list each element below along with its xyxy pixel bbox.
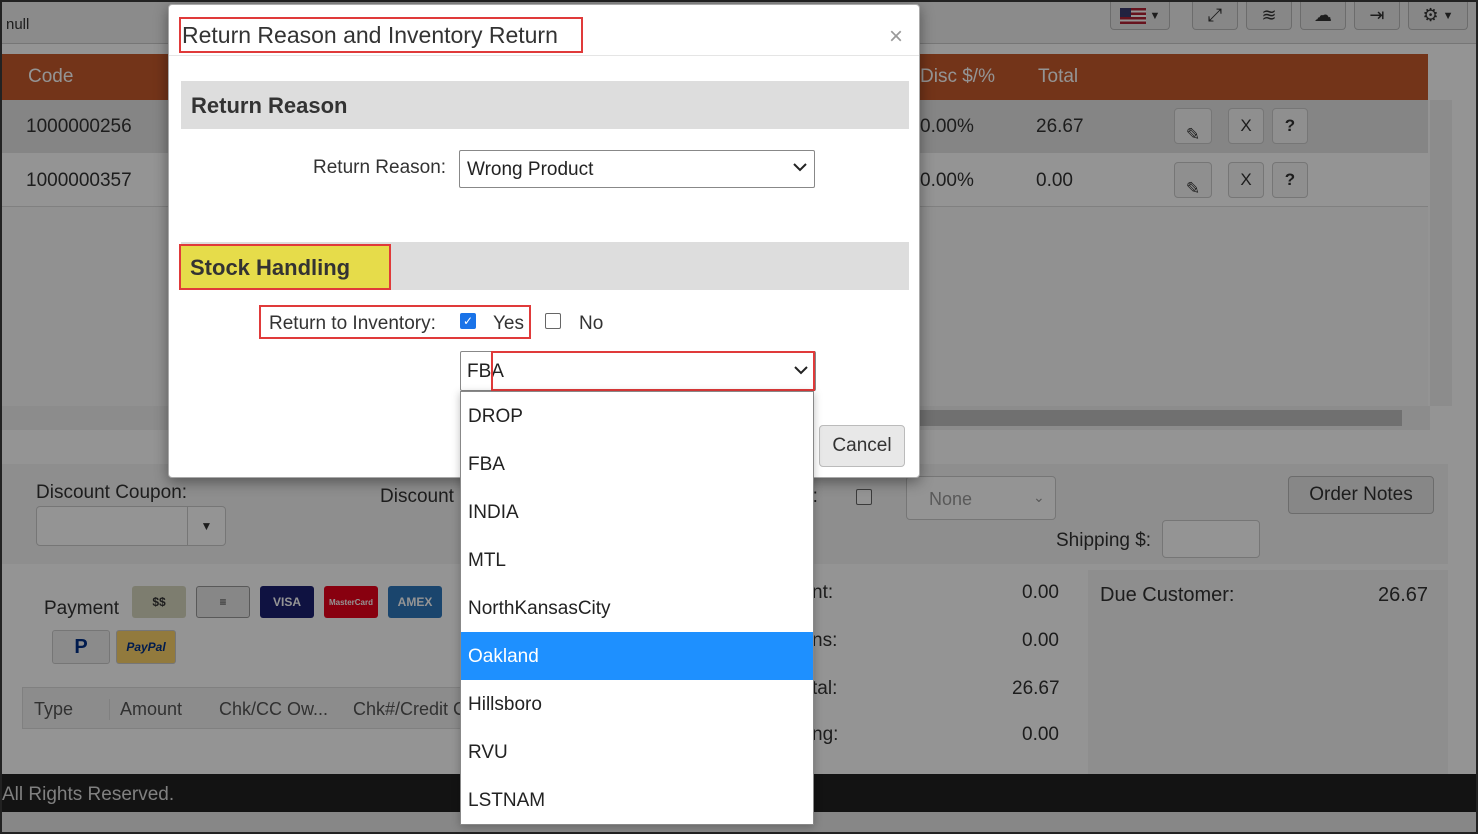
section-title: Return Reason [191, 93, 348, 118]
location-select-highlight [491, 351, 815, 391]
option-drop[interactable]: DROP [461, 392, 813, 440]
option-fba[interactable]: FBA [461, 440, 813, 488]
divider [169, 55, 919, 56]
stock-handling-section: Stock Handling [179, 242, 909, 290]
stock-handling-highlight: Stock Handling [179, 244, 391, 290]
close-icon[interactable]: × [889, 23, 903, 51]
return-reason-select[interactable]: Wrong Product [459, 150, 815, 188]
return-reason-section: Return Reason [181, 81, 909, 129]
option-rvu[interactable]: RVU [461, 728, 813, 776]
inventory-location-select[interactable]: FBA [460, 351, 816, 391]
return-reason-label: Return Reason: [313, 157, 447, 178]
return-to-inventory-highlight: Return to Inventory: ✓ Yes [259, 305, 531, 339]
option-lstnam[interactable]: LSTNAM [461, 776, 813, 824]
option-northkansascity[interactable]: NorthKansasCity [461, 584, 813, 632]
option-oakland[interactable]: Oakland [461, 632, 813, 680]
return-to-inventory-label: Return to Inventory: [269, 313, 436, 334]
no-label: No [579, 313, 604, 334]
chevron-down-icon [793, 163, 807, 172]
yes-label: Yes [493, 313, 524, 334]
no-checkbox[interactable] [545, 313, 561, 329]
option-mtl[interactable]: MTL [461, 536, 813, 584]
chevron-down-icon [794, 366, 808, 375]
option-india[interactable]: INDIA [461, 488, 813, 536]
cancel-button[interactable]: Cancel [819, 425, 905, 467]
location-options-list: DROP FBA INDIA MTL NorthKansasCity Oakla… [460, 391, 814, 825]
return-reason-value: Wrong Product [467, 159, 594, 180]
section-title: Stock Handling [190, 255, 351, 280]
dialog-title: Return Reason and Inventory Return [179, 17, 583, 53]
option-hillsboro[interactable]: Hillsboro [461, 680, 813, 728]
yes-checkbox[interactable]: ✓ [460, 313, 476, 329]
